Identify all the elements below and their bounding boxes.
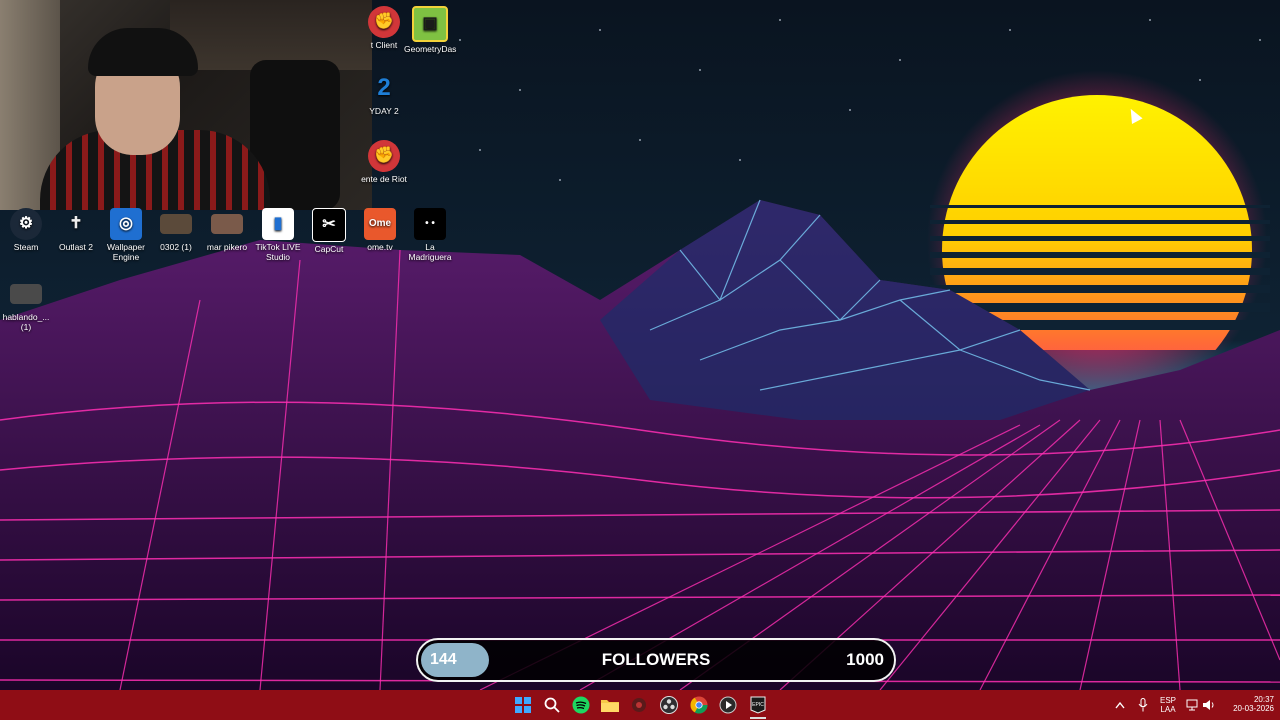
desktop-icon-steam[interactable]: ⚙ Steam [0, 208, 52, 252]
spotify-icon[interactable] [570, 694, 592, 716]
desktop-icon-la-madriguera[interactable]: • • La Madriguera [404, 208, 456, 262]
desktop-icon-label: t Client [370, 40, 398, 50]
clock-date: 20-03-2026 [1233, 704, 1274, 713]
volume-icon[interactable] [1199, 694, 1219, 716]
desktop-icon-label: CapCut [314, 244, 344, 254]
desktop-icon-label: TikTok LIVE Studio [255, 242, 301, 262]
windows-start-icon[interactable] [512, 694, 534, 716]
desktop-icon-label: Wallpaper Engine [107, 242, 145, 262]
outlast-2-icon: ✝ [69, 215, 83, 232]
desktop-icon-video-hablando[interactable]: hablando_... (1) [0, 280, 52, 332]
clock[interactable]: 20:37 20-03-2026 [1224, 695, 1274, 713]
desktop-icon-label: ente de Riot [361, 174, 407, 184]
obs-icon[interactable] [658, 694, 680, 716]
file-explorer-icon[interactable] [599, 694, 621, 716]
desktop-icon-label: ome.tv [367, 242, 393, 252]
riot-client-icon: ✊ [368, 6, 400, 38]
clock-time: 20:37 [1253, 695, 1274, 704]
desktop-icon-ome-tv[interactable]: Ome ome.tv [354, 208, 406, 252]
desktop-icon-label: 0302 (1) [160, 242, 192, 252]
desktop-icon-video-mar-pikero[interactable]: mar pikero [201, 208, 253, 252]
webcam-overlay [0, 0, 372, 210]
steam-icon: ⚙ [10, 208, 42, 240]
desktop-icon-label: GeometryDas [404, 44, 457, 54]
followers-title: FOLLOWERS [601, 650, 711, 669]
chrome-icon[interactable] [688, 694, 710, 716]
eyes-icon: • • [414, 208, 446, 240]
desktop-icon-riot-client[interactable]: ✊ t Client [358, 6, 410, 50]
video-thumbnail-icon [160, 214, 192, 234]
desktop-icon-outlast-2[interactable]: ✝ Outlast 2 [50, 208, 102, 253]
desktop-icon-label: La Madriguera [408, 242, 452, 262]
desktop-icon-label: mar pikero [206, 242, 248, 252]
desktop-icon-riot-client-2[interactable]: ✊ ente de Riot [358, 140, 410, 184]
geometry-dash-icon: ▣ [412, 6, 448, 42]
payday-2-icon: 2 [377, 74, 391, 101]
svg-text:EPIC: EPIC [752, 702, 764, 708]
followers-goal-count: 1000 [846, 650, 884, 669]
webcam-person-cap [88, 28, 198, 76]
desktop-icon-tiktok-live-studio[interactable]: ▮ TikTok LIVE Studio [252, 208, 304, 262]
desktop-icon-label: YDAY 2 [369, 106, 399, 116]
epic-games-icon[interactable]: EPIC [747, 694, 769, 716]
chevron-up-icon[interactable] [1110, 694, 1130, 716]
app-icon[interactable] [628, 694, 650, 716]
microphone-icon[interactable] [1133, 694, 1153, 716]
desktop-icon-geometry-dash[interactable]: ▣ GeometryDas [404, 6, 456, 54]
video-thumbnail-icon [10, 284, 42, 304]
wallpaper-engine-icon: ◎ [110, 208, 142, 240]
desktop-icon-label: Outlast 2 [58, 242, 94, 252]
desktop-icon-wallpaper-engine[interactable]: ◎ Wallpaper Engine [100, 208, 152, 262]
desktop-icon-label: hablando_... (1) [2, 312, 50, 332]
desktop-icon-label: Steam [13, 242, 39, 252]
keyboard-layout-code: LAA [1160, 705, 1176, 714]
language-code: ESP [1159, 696, 1176, 705]
desktop-icon-payday-2[interactable]: 2 YDAY 2 [358, 72, 410, 117]
search-icon[interactable] [541, 694, 563, 716]
riot-client-icon: ✊ [368, 140, 400, 172]
video-thumbnail-icon [211, 214, 243, 234]
desktop-icon-video-0302[interactable]: 0302 (1) [150, 208, 202, 252]
active-app-indicator [750, 717, 766, 719]
followers-goal-bar: 144 FOLLOWERS 1000 [416, 638, 896, 682]
ome-tv-icon: Ome [364, 208, 396, 240]
tiktok-live-studio-icon: ▮ [262, 208, 294, 240]
media-player-icon[interactable] [717, 694, 739, 716]
keyboard-language-indicator[interactable]: ESP LAA [1156, 696, 1180, 714]
desktop-icon-capcut[interactable]: ✂ CapCut [303, 208, 355, 254]
taskbar: EPIC ESP LAA 20:37 20-03-2026 [0, 690, 1280, 720]
capcut-icon: ✂ [312, 208, 346, 242]
